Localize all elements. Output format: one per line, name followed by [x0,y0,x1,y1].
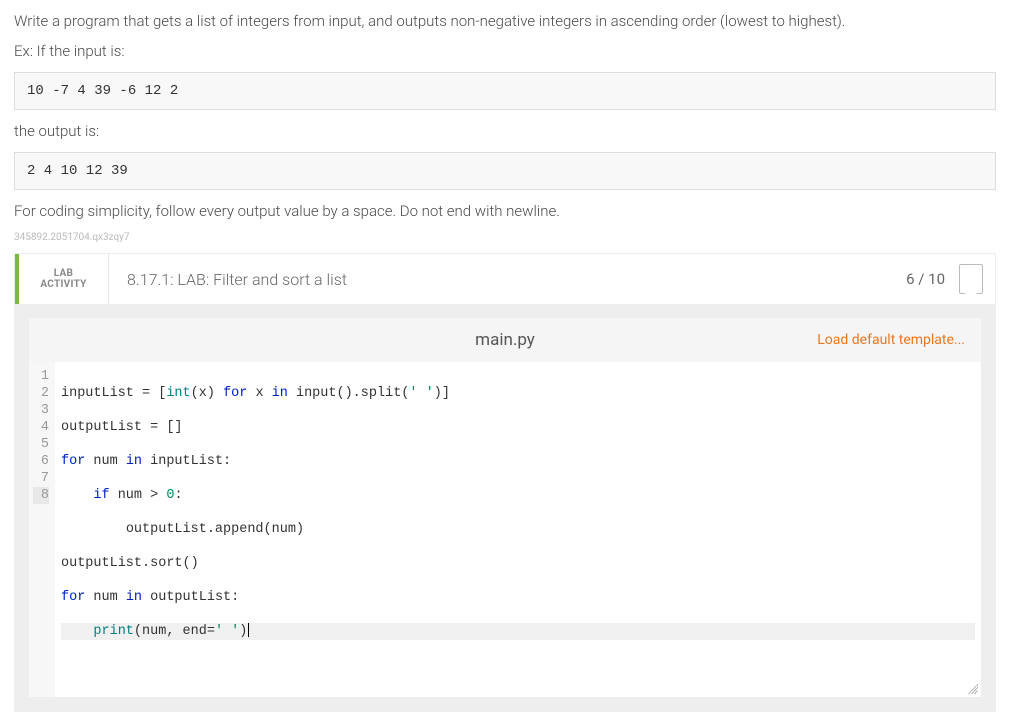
file-tab[interactable]: main.py [475,330,535,350]
example-output-block: 2 4 10 12 39 [14,152,996,190]
editor: main.py Load default template... 1234567… [29,318,981,698]
lab-badge-line1: LAB [54,268,74,279]
lab-panel: LAB ACTIVITY 8.17.1: LAB: Filter and sor… [14,253,996,712]
instructions-section: Write a program that gets a list of inte… [14,12,996,243]
code-area[interactable]: inputList = [int(x) for x in input().spl… [55,362,981,697]
instruction-text: Ex: If the input is: [14,42,996,60]
load-default-template-link[interactable]: Load default template... [817,332,965,348]
signature-id: 345892.2051704.qx3zqy7 [14,232,996,243]
bookmark-icon[interactable] [959,264,983,294]
text-cursor [248,623,249,637]
instruction-text: the output is: [14,122,996,140]
lab-title: 8.17.1: LAB: Filter and sort a list [109,254,906,304]
lab-activity-badge: LAB ACTIVITY [19,254,109,304]
instruction-text: For coding simplicity, follow every outp… [14,202,996,220]
lab-score: 6 / 10 [906,254,955,304]
example-input-block: 10 -7 4 39 -6 12 2 [14,72,996,110]
resize-handle-icon[interactable] [968,684,978,694]
lab-header: LAB ACTIVITY 8.17.1: LAB: Filter and sor… [15,254,995,304]
editor-tab-bar: main.py Load default template... [29,318,981,362]
line-number-gutter: 12345678 [29,362,55,697]
code-editor[interactable]: 12345678 inputList = [int(x) for x in in… [29,362,981,698]
instruction-text: Write a program that gets a list of inte… [14,12,996,30]
lab-badge-line2: ACTIVITY [40,279,86,290]
